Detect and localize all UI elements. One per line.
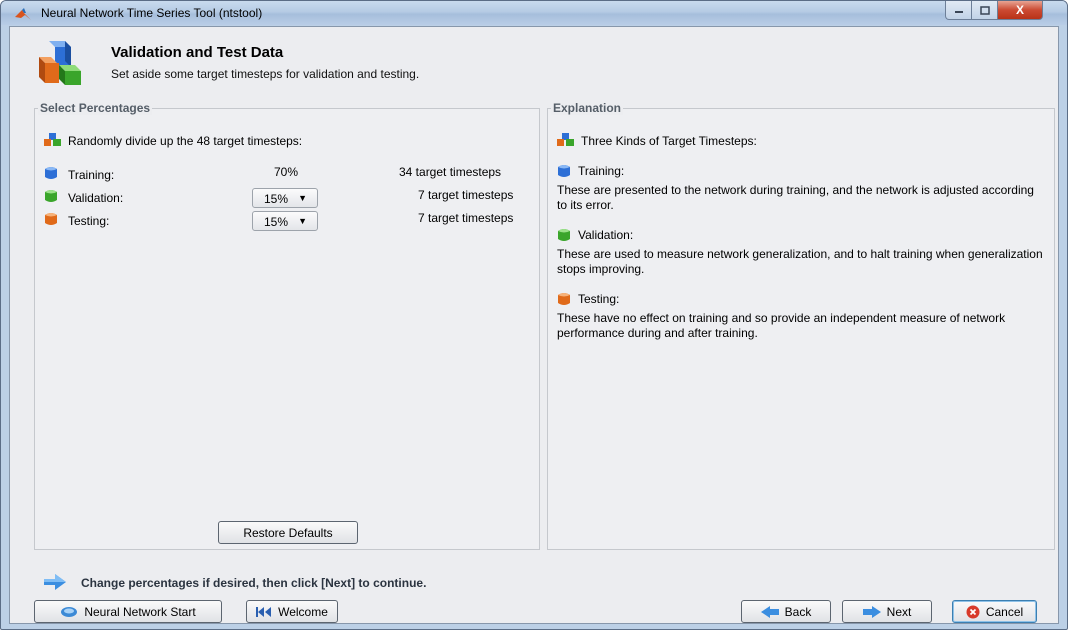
minimize-icon: [954, 11, 963, 13]
next-button[interactable]: Next: [842, 600, 932, 623]
close-icon: X: [1015, 3, 1024, 17]
title-bar[interactable]: Neural Network Time Series Tool (ntstool…: [1, 1, 1067, 25]
training-cube-icon: [45, 167, 57, 179]
explain-training-text: These are presented to the network durin…: [557, 183, 1034, 212]
cubes-small-icon: [557, 133, 574, 146]
next-label: Next: [886, 604, 912, 619]
chevron-down-icon: ▼: [298, 193, 307, 203]
neural-network-start-button[interactable]: Neural Network Start: [34, 600, 222, 623]
close-button[interactable]: X: [997, 1, 1043, 20]
panel-title-select-percentages: Select Percentages: [38, 101, 153, 115]
training-cube-icon: [558, 165, 570, 177]
cancel-label: Cancel: [985, 604, 1024, 619]
page-subtitle: Set aside some target timesteps for vali…: [111, 67, 420, 81]
client-area: Validation and Test Data Set aside some …: [9, 26, 1059, 624]
explanation-heading: Three Kinds of Target Timesteps:: [581, 134, 757, 148]
chevron-down-icon: ▼: [298, 216, 307, 226]
explain-testing-text: These have no effect on training and so …: [557, 311, 1006, 340]
network-icon: [61, 606, 78, 617]
back-button[interactable]: Back: [741, 600, 831, 623]
arrow-left-icon: [760, 605, 779, 618]
skip-back-icon: [256, 606, 272, 617]
validation-cube-icon: [45, 190, 57, 202]
explain-validation-label: Validation:: [578, 228, 634, 242]
explain-testing-label: Testing:: [578, 292, 620, 306]
validation-percent-value: 15%: [264, 192, 289, 206]
training-count: 34 target timesteps: [399, 165, 502, 179]
explain-validation-text: These are used to measure network genera…: [557, 247, 1043, 276]
explanation-panel: Explanation Three Kinds of Target Timest…: [547, 101, 1055, 550]
validation-count: 7 target timesteps: [418, 188, 514, 202]
restore-defaults-button[interactable]: Restore Defaults: [218, 521, 358, 544]
testing-count: 7 target timesteps: [418, 211, 514, 225]
welcome-label: Welcome: [278, 604, 328, 619]
restore-defaults-label: Restore Defaults: [243, 525, 333, 540]
maximize-icon: [979, 5, 990, 15]
training-percent: 70%: [274, 165, 299, 179]
page-title: Validation and Test Data: [111, 44, 284, 61]
minimize-button[interactable]: [945, 1, 972, 20]
testing-cube-icon: [45, 213, 57, 225]
validation-cube-icon: [558, 229, 570, 241]
matlab-logo-icon: [15, 8, 31, 20]
welcome-button[interactable]: Welcome: [246, 600, 338, 623]
back-label: Back: [784, 604, 812, 619]
window-title: Neural Network Time Series Tool (ntstool…: [41, 6, 263, 20]
training-label: Training:: [68, 168, 115, 182]
cubes-small-icon: [44, 133, 61, 146]
testing-cube-icon: [558, 293, 570, 305]
app-window: Neural Network Time Series Tool (ntstool…: [0, 0, 1068, 630]
split-intro: Randomly divide up the 48 target timeste…: [68, 134, 303, 148]
validation-percent-select[interactable]: 15% ▼: [252, 188, 318, 208]
panel-title-explanation: Explanation: [551, 101, 624, 115]
validation-label: Validation:: [68, 191, 124, 205]
select-percentages-panel: Select Percentages Randomly divide up th…: [34, 101, 540, 550]
neural-network-start-label: Neural Network Start: [84, 604, 196, 619]
instruction-hint: Change percentages if desired, then clic…: [81, 576, 427, 590]
maximize-button[interactable]: [971, 1, 998, 20]
arrow-right-icon: [862, 605, 881, 618]
explain-training-label: Training:: [578, 164, 625, 178]
testing-label: Testing:: [68, 214, 110, 228]
arrow-right-icon: [44, 574, 66, 590]
testing-percent-value: 15%: [264, 215, 289, 229]
cancel-icon: [966, 605, 980, 618]
cubes-icon: [39, 41, 81, 85]
testing-percent-select[interactable]: 15% ▼: [252, 211, 318, 231]
cancel-button[interactable]: Cancel: [952, 600, 1037, 623]
